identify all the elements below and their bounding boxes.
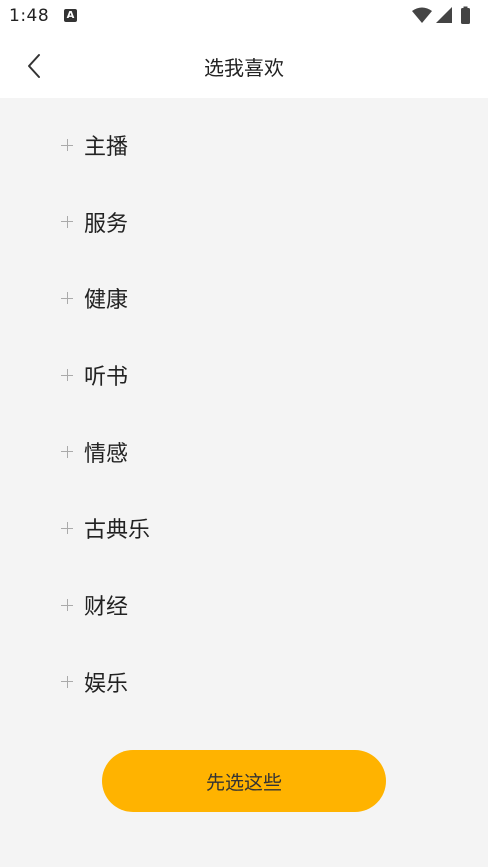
category-label: 健康: [84, 288, 129, 314]
signal-icon: [436, 7, 452, 23]
plus-icon: [61, 139, 73, 152]
category-item[interactable]: 主播: [0, 107, 488, 184]
category-label: 服务: [84, 211, 129, 237]
category-item[interactable]: 情感: [0, 413, 488, 490]
category-item[interactable]: 服务: [0, 183, 488, 260]
status-time: 1:48: [9, 6, 50, 26]
category-item[interactable]: 财经: [0, 567, 488, 644]
plus-icon: [61, 215, 73, 228]
category-label: 主播: [84, 135, 129, 161]
plus-icon: [61, 445, 73, 458]
select-these-button[interactable]: 先选这些: [102, 750, 386, 812]
status-icons: [412, 6, 470, 24]
status-bar: 1:48 A: [0, 0, 488, 32]
category-item[interactable]: 古典乐: [0, 490, 488, 567]
category-label: 财经: [84, 595, 129, 621]
plus-icon: [61, 522, 73, 535]
category-item[interactable]: 听书: [0, 337, 488, 414]
category-label: 娱乐: [84, 671, 129, 697]
category-item[interactable]: 健康: [0, 260, 488, 337]
plus-icon: [61, 675, 73, 688]
category-label: 古典乐: [84, 518, 151, 544]
battery-icon: [461, 8, 470, 24]
category-label: 情感: [84, 441, 129, 467]
plus-icon: [61, 292, 73, 305]
category-item[interactable]: 娱乐: [0, 644, 488, 721]
select-these-label: 先选这些: [205, 771, 282, 794]
page-title: 选我喜欢: [204, 56, 284, 80]
notification-icon: A: [64, 9, 77, 22]
header: 选我喜欢: [0, 32, 488, 98]
category-item[interactable]: 新闻: [0, 98, 488, 107]
wifi-icon: [412, 7, 432, 23]
plus-icon: [61, 599, 73, 612]
category-label: 听书: [84, 365, 129, 391]
plus-icon: [61, 369, 73, 382]
